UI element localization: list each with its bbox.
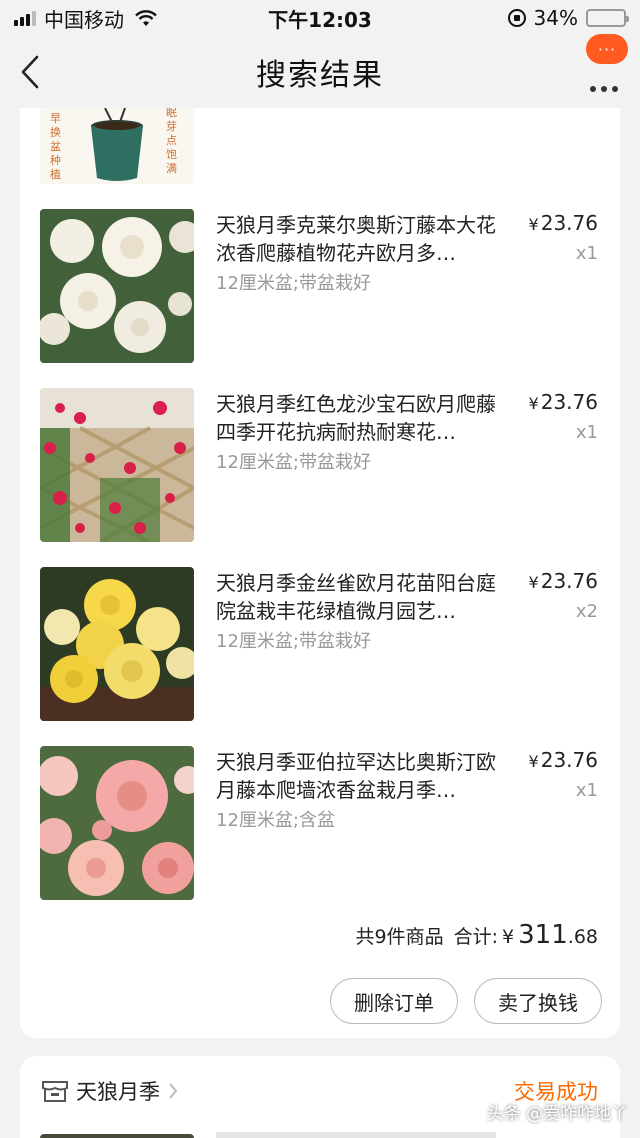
shop-icon — [42, 1081, 68, 1102]
order-item-4[interactable]: 天狼月季亚伯拉罕达比奥斯汀欧月藤本爬墙浓香盆栽月季… 12厘米盆;含盆 ¥23.… — [20, 746, 620, 906]
shop-name: 天狼月季 — [76, 1080, 160, 1104]
orientation-lock-icon — [507, 9, 526, 27]
battery-percent: 34% — [533, 6, 578, 30]
back-button[interactable] — [20, 54, 50, 90]
total-label: 合计: — [453, 926, 499, 948]
item-spec: 12厘米盆;带盆栽好 — [216, 631, 371, 652]
item-quantity: x1 — [575, 243, 598, 264]
order-summary: 共9件商品 合计: ¥ 311 .68 — [356, 920, 598, 950]
order-item-1[interactable]: 天狼月季克莱尔奥斯汀藤本大花浓香爬藤植物花卉欧月多… 12厘米盆;带盆栽好 ¥2… — [20, 209, 620, 369]
shop-link[interactable]: 天狼月季 — [42, 1076, 178, 1106]
item-title: 天狼月季亚伯拉罕达比奥斯汀欧月藤本爬墙浓香盆栽月季… — [216, 750, 496, 802]
total-amount-dec: .68 — [567, 926, 598, 948]
message-badge[interactable]: ··· — [586, 34, 628, 64]
product-thumbnail-partial[interactable]: 早换盆种植 眠芽点饱满 — [40, 108, 194, 184]
item-price: ¥23.76 — [528, 211, 598, 235]
item-count: 共9件商品 — [355, 926, 444, 948]
item-price: ¥23.76 — [528, 390, 598, 414]
product-thumbnail[interactable] — [40, 209, 194, 363]
item-spec: 12厘米盆;含盆 — [216, 810, 335, 831]
partial-label-right: 眠芽点饱满 — [166, 108, 177, 175]
partial-label-left: 早换盆种植 — [50, 112, 61, 181]
item-spec: 12厘米盆;带盆栽好 — [216, 273, 371, 294]
chevron-left-icon — [21, 55, 39, 89]
product-thumbnail[interactable] — [40, 746, 194, 900]
page-title: 搜索结果 — [256, 58, 384, 93]
signal-icon — [14, 10, 36, 26]
product-thumbnail[interactable] — [40, 388, 194, 542]
carrier-label: 中国移动 — [44, 7, 124, 32]
total-amount-int: 311 — [518, 920, 568, 950]
watermark: 头条 @爱咋咋地丫 — [486, 1104, 628, 1124]
order-item-2[interactable]: 天狼月季红色龙沙宝石欧月爬藤四季开花抗病耐热耐寒花… 12厘米盆;带盆栽好 ¥2… — [20, 388, 620, 548]
product-thumbnail-partial[interactable] — [40, 1134, 194, 1138]
chevron-right-icon — [169, 1083, 178, 1099]
more-dots-icon — [590, 86, 618, 92]
yellow-rose-image — [40, 567, 194, 721]
white-rose-image — [40, 209, 194, 363]
pink-rose-image — [40, 746, 194, 900]
item-title: 天狼月季克莱尔奥斯汀藤本大花浓香爬藤植物花卉欧月多… — [216, 213, 496, 265]
item-title-partial — [216, 1132, 496, 1138]
item-title: 天狼月季金丝雀欧月花苗阳台庭院盆栽丰花绿植微月园艺… — [216, 571, 496, 623]
item-price: ¥23.76 — [528, 748, 598, 772]
next-order-card[interactable]: 天狼月季 交易成功 — [20, 1056, 620, 1138]
more-button[interactable]: ··· — [584, 34, 628, 94]
wifi-icon — [135, 10, 157, 26]
item-price: ¥23.76 — [528, 569, 598, 593]
delete-order-button[interactable]: 删除订单 — [330, 978, 458, 1024]
total-currency: ¥ — [502, 926, 515, 948]
red-climbing-rose-image — [40, 388, 194, 542]
item-quantity: x1 — [575, 780, 598, 801]
battery-icon — [586, 9, 629, 27]
item-title: 天狼月季红色龙沙宝石欧月爬藤四季开花抗病耐热耐寒花… — [216, 392, 496, 444]
product-thumbnail[interactable] — [40, 567, 194, 721]
item-quantity: x1 — [575, 422, 598, 443]
order-item-3[interactable]: 天狼月季金丝雀欧月花苗阳台庭院盆栽丰花绿植微月园艺… 12厘米盆;带盆栽好 ¥2… — [20, 567, 620, 727]
status-bar: 中国移动 下午12:03 34% — [0, 0, 640, 36]
order-card: 早换盆种植 眠芽点饱满 天狼月季克莱尔奥斯汀藤本大花浓香爬藤植物花卉欧月多… 1… — [20, 108, 620, 1038]
item-quantity: x2 — [575, 601, 598, 622]
nav-bar: 搜索结果 ··· — [0, 34, 640, 108]
sell-item-button[interactable]: 卖了换钱 — [474, 978, 602, 1024]
item-spec: 12厘米盆;带盆栽好 — [216, 452, 371, 473]
